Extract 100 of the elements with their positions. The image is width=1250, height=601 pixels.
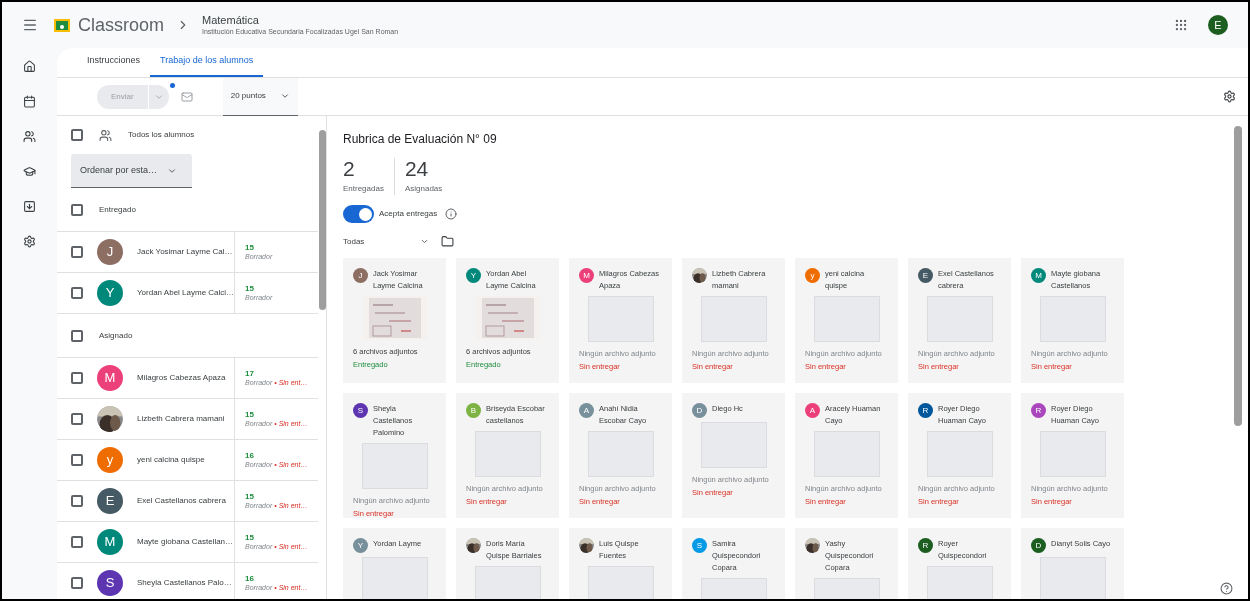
points-dropdown[interactable]: 20 puntos (222, 77, 298, 116)
thumbnail-placeholder (587, 566, 654, 599)
thumbnail-placeholder (587, 431, 654, 477)
avatar: J (97, 239, 123, 265)
grade[interactable]: 15 (245, 491, 308, 502)
grade[interactable]: 15 (245, 409, 308, 420)
avatar: A (805, 403, 820, 418)
stat-value: 24 (404, 158, 430, 179)
avatar: Y (97, 280, 123, 306)
account-avatar[interactable]: E (1208, 15, 1228, 35)
info-icon[interactable] (445, 208, 458, 220)
archive-icon[interactable] (23, 200, 36, 213)
app-name[interactable]: Classroom (78, 11, 165, 39)
thumbnail-placeholder (1039, 557, 1106, 599)
folder-icon[interactable] (441, 235, 455, 248)
thumbnail-placeholder (474, 431, 541, 477)
avatar: M (97, 529, 123, 555)
people-icon[interactable] (23, 130, 36, 143)
caret-icon (279, 91, 290, 101)
avatar: y (805, 268, 820, 283)
caret-icon (420, 237, 430, 246)
stat-label: Asignadas (404, 183, 443, 195)
avatar: D (1031, 538, 1046, 553)
stat-label: Entregadas (343, 183, 384, 195)
calendar-icon[interactable] (23, 95, 36, 108)
checkbox[interactable] (71, 577, 83, 589)
apps-icon[interactable] (1174, 18, 1188, 32)
stat-value: 2 (343, 158, 356, 179)
thumbnail-placeholder (926, 296, 993, 342)
thumbnail-placeholder (474, 566, 541, 599)
class-title[interactable]: Matemática (202, 13, 399, 28)
student-name[interactable]: Lizbeth Cabrera mamani (137, 413, 225, 425)
checkbox[interactable] (71, 536, 83, 548)
avatar: E (918, 268, 933, 283)
people-icon (99, 128, 112, 142)
avatar: y (97, 447, 123, 473)
avatar: D (692, 403, 707, 418)
checkbox[interactable] (71, 246, 83, 258)
thumbnail-placeholder (813, 431, 880, 477)
assignment-title: Rubrica de Evaluación N° 09 (343, 131, 498, 148)
scrollbar[interactable] (1234, 126, 1242, 426)
avatar: Y (353, 538, 368, 553)
home-icon[interactable] (23, 60, 36, 73)
settings-icon[interactable] (23, 235, 36, 248)
avatar: E (97, 488, 123, 514)
grade[interactable]: 15 (245, 532, 308, 543)
checkbox[interactable] (71, 454, 83, 466)
avatar: S (692, 538, 707, 553)
section-title: Entregado (99, 203, 136, 216)
tab[interactable]: Instrucciones (77, 47, 151, 77)
avatar: S (353, 403, 368, 418)
student-name[interactable]: Mayte giobana Castellan… (137, 536, 234, 548)
avatar: M (1031, 268, 1046, 283)
student-name[interactable]: Milagros Cabezas Apaza (137, 372, 226, 384)
thumbnail-placeholder (361, 443, 428, 489)
section-title: Asignado (99, 329, 133, 342)
accepting-label: Acepta entregas (379, 208, 438, 220)
thumbnail-placeholder (700, 296, 767, 342)
filter-dropdown[interactable]: Todas (343, 235, 430, 248)
grade[interactable]: 16 (245, 450, 308, 461)
help-icon[interactable] (1219, 582, 1233, 595)
student-name[interactable]: Sheyla Castellanos Palo… (137, 577, 232, 589)
graduation-cap-icon[interactable] (23, 165, 36, 178)
student-name[interactable]: Yordan Abel Layme Calci… (137, 287, 235, 299)
checkbox[interactable] (71, 287, 83, 299)
avatar: M (97, 365, 123, 391)
checkbox[interactable] (71, 203, 83, 216)
avatar: S (97, 570, 123, 596)
student-name[interactable]: Exel Castellanos cabrera (137, 495, 226, 507)
sort-dropdown[interactable]: Ordenar por esta… (71, 154, 192, 188)
grade[interactable]: 16 (245, 573, 308, 584)
student-name[interactable]: Jack Yosimar Layme Cal… (137, 246, 233, 258)
classroom-logo-icon (54, 18, 70, 32)
avatar: R (1031, 403, 1046, 418)
grade[interactable]: 15 (245, 242, 273, 253)
thumbnail-placeholder (700, 422, 767, 468)
toggle-switch[interactable] (343, 205, 374, 223)
settings-icon[interactable] (1223, 90, 1236, 103)
checkbox[interactable] (71, 329, 83, 342)
avatar: J (353, 268, 368, 283)
avatar: B (466, 403, 481, 418)
all-students-label: Todos los alumnos (128, 129, 195, 141)
grade[interactable]: 17 (245, 368, 308, 379)
student-name[interactable]: yeni calcina quispe (137, 454, 205, 466)
checkbox[interactable] (71, 129, 83, 141)
grade[interactable]: 15 (245, 283, 273, 294)
thumbnail-placeholder (813, 296, 880, 342)
avatar: R (918, 538, 933, 553)
checkbox[interactable] (71, 413, 83, 425)
checkbox[interactable] (71, 372, 83, 384)
thumbnail-placeholder (1039, 296, 1106, 342)
menu-icon[interactable] (22, 17, 38, 33)
checkbox[interactable] (71, 495, 83, 507)
avatar: R (918, 403, 933, 418)
thumbnail-placeholder (361, 557, 428, 599)
avatar: A (579, 403, 594, 418)
thumbnail-placeholder (587, 296, 654, 342)
thumbnail-placeholder (926, 431, 993, 477)
thumbnail-placeholder (926, 566, 993, 599)
avatar: M (579, 268, 594, 283)
